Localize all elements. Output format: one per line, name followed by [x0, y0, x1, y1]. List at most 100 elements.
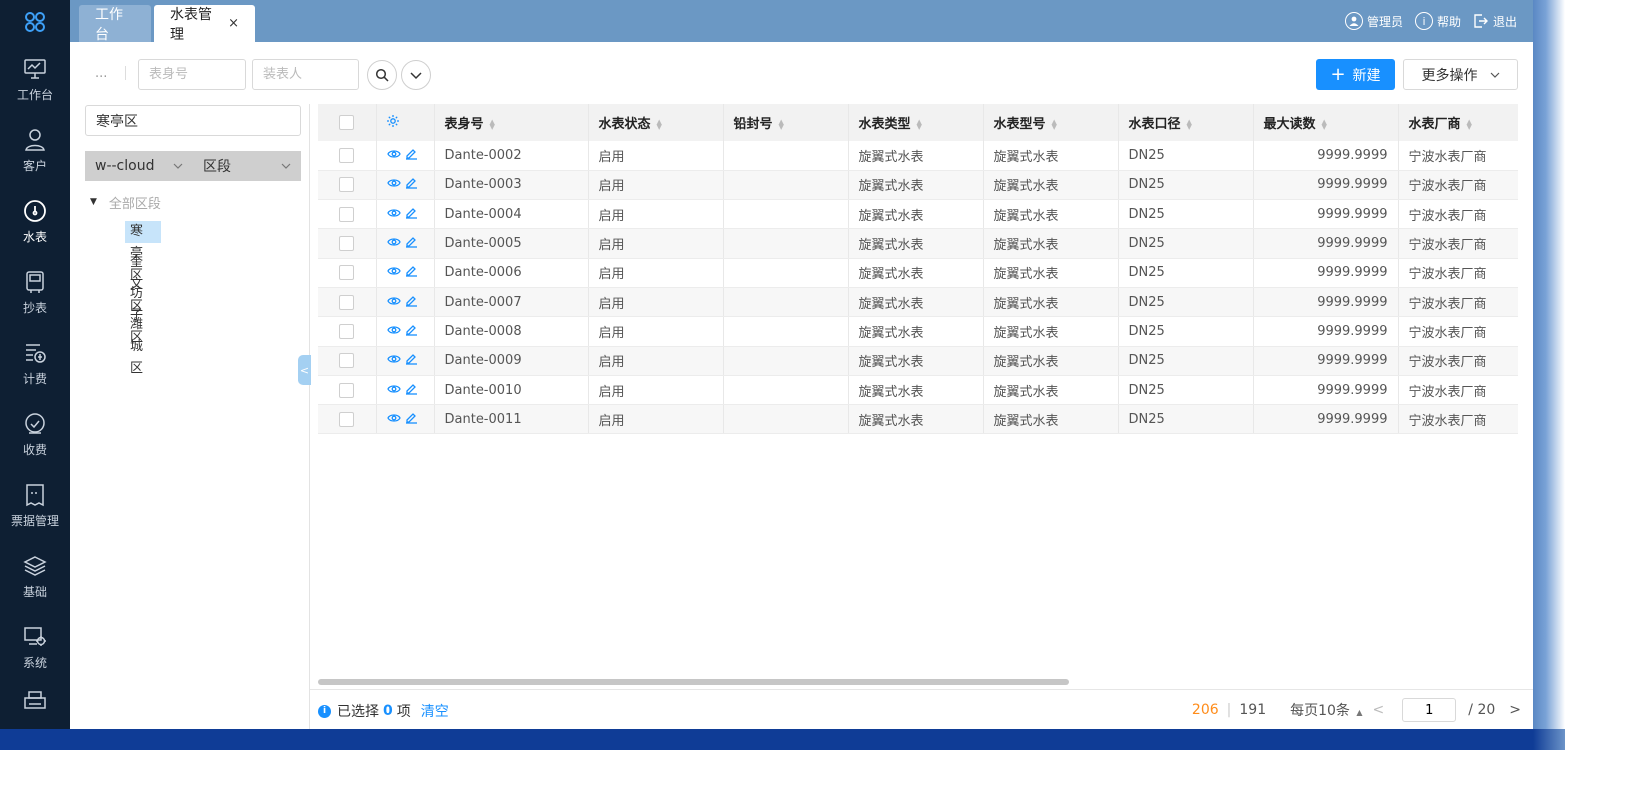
- page-number-input[interactable]: [1402, 698, 1457, 722]
- edit-icon[interactable]: [405, 264, 418, 281]
- cell-type: 旋翼式水表: [848, 228, 984, 259]
- view-icon[interactable]: [386, 353, 401, 368]
- view-icon[interactable]: [386, 148, 401, 163]
- row-checkbox[interactable]: [339, 294, 355, 310]
- select-all-checkbox[interactable]: [339, 115, 355, 130]
- new-button[interactable]: + 新建: [1316, 59, 1395, 90]
- installer-search-input[interactable]: [252, 59, 359, 90]
- user-menu[interactable]: 管理员: [1344, 12, 1403, 30]
- tab-close-icon[interactable]: ×: [228, 16, 239, 31]
- view-icon[interactable]: [386, 177, 401, 192]
- meter-number-search-input[interactable]: [138, 59, 246, 90]
- sort-icon[interactable]: ▲ ▼: [779, 118, 784, 130]
- search-button[interactable]: [367, 60, 397, 90]
- tab-workbench[interactable]: 工作台: [79, 5, 151, 43]
- sort-icon[interactable]: ▲ ▼: [917, 118, 922, 130]
- caret-down-icon[interactable]: ▼: [90, 197, 97, 207]
- column-header[interactable]: 水表口径 ▲ ▼: [1118, 104, 1254, 141]
- view-icon[interactable]: [386, 412, 401, 427]
- column-header[interactable]: 最大读数 ▲ ▼: [1253, 104, 1399, 141]
- sort-icon[interactable]: ▲ ▼: [1187, 118, 1192, 130]
- view-icon[interactable]: [386, 383, 401, 398]
- table-row[interactable]: Dante-0011 启用 旋翼式水表 旋翼式水表 DN25 9999.9999 宁波水表厂…: [318, 404, 1518, 435]
- org-select[interactable]: w--cloud: [85, 158, 193, 174]
- view-icon[interactable]: [386, 236, 401, 251]
- edit-icon[interactable]: [405, 235, 418, 252]
- nav-item-meter-reading[interactable]: 抄表: [0, 257, 70, 328]
- edit-icon[interactable]: [405, 176, 418, 193]
- edit-icon[interactable]: [405, 323, 418, 340]
- column-header[interactable]: 水表型号 ▲ ▼: [983, 104, 1119, 141]
- logout-link[interactable]: 退出: [1473, 13, 1517, 30]
- nav-item-payment[interactable]: 收费: [0, 399, 70, 470]
- clear-selection-link[interactable]: 清空: [421, 701, 449, 721]
- column-header[interactable]: 水表厂商 ▲ ▼: [1398, 104, 1518, 141]
- view-icon[interactable]: [386, 265, 401, 280]
- column-header[interactable]: 水表类型 ▲ ▼: [848, 104, 984, 141]
- sort-icon[interactable]: ▲ ▼: [1467, 118, 1472, 130]
- row-checkbox[interactable]: [339, 177, 355, 193]
- view-icon[interactable]: [386, 295, 401, 310]
- edit-icon[interactable]: [405, 147, 418, 164]
- sort-icon[interactable]: ▲ ▼: [1052, 118, 1057, 130]
- nav-item-more[interactable]: [0, 683, 70, 723]
- nav-item-receipt[interactable]: 票据管理: [0, 470, 70, 541]
- next-page-icon[interactable]: >: [1509, 702, 1521, 718]
- column-header[interactable]: 水表状态 ▲ ▼: [588, 104, 724, 141]
- table-row[interactable]: Dante-0003 启用 旋翼式水表 旋翼式水表 DN25 9999.9999 宁波水表厂…: [318, 170, 1518, 201]
- column-header[interactable]: 表身号 ▲ ▼: [434, 104, 589, 141]
- row-checkbox[interactable]: [339, 206, 355, 222]
- tree-node[interactable]: 潍城区: [125, 314, 161, 376]
- table-row[interactable]: Dante-0009 启用 旋翼式水表 旋翼式水表 DN25 9999.9999 宁波水表厂…: [318, 346, 1518, 376]
- table-row[interactable]: Dante-0005 启用 旋翼式水表 旋翼式水表 DN25 9999.9999 宁波水表厂…: [318, 228, 1518, 259]
- tab-meter-management[interactable]: 水表管理 ×: [154, 5, 255, 43]
- district-search-input[interactable]: [85, 105, 301, 136]
- sort-icon[interactable]: ▲ ▼: [490, 118, 495, 130]
- table-row[interactable]: Dante-0007 启用 旋翼式水表 旋翼式水表 DN25 9999.9999 宁波水表厂…: [318, 287, 1518, 318]
- table-row[interactable]: Dante-0008 启用 旋翼式水表 旋翼式水表 DN25 9999.9999 宁波水表厂…: [318, 316, 1518, 347]
- table-row[interactable]: Dante-0006 启用 旋翼式水表 旋翼式水表 DN25 9999.9999 宁波水表厂…: [318, 258, 1518, 288]
- tree-node[interactable]: 寒亭区: [125, 221, 161, 283]
- sort-icon[interactable]: ▲ ▼: [1322, 118, 1327, 130]
- row-checkbox[interactable]: [339, 323, 355, 339]
- table-row[interactable]: Dante-0010 启用 旋翼式水表 旋翼式水表 DN25 9999.9999 宁波水表厂…: [318, 375, 1518, 406]
- row-checkbox[interactable]: [339, 147, 355, 163]
- edit-icon[interactable]: [405, 382, 418, 399]
- nav-item-layers[interactable]: 基础: [0, 541, 70, 612]
- page-size-select[interactable]: 每页10条 ▲: [1290, 700, 1362, 720]
- nav-item-system-settings[interactable]: 系统: [0, 612, 70, 683]
- tree-root[interactable]: ▼ 全部区段: [90, 192, 161, 212]
- table-row[interactable]: Dante-0004 启用 旋翼式水表 旋翼式水表 DN25 9999.9999 宁波水表厂…: [318, 199, 1518, 230]
- view-icon[interactable]: [386, 324, 401, 339]
- row-checkbox[interactable]: [339, 236, 355, 252]
- nav-item-billing[interactable]: 计费: [0, 328, 70, 399]
- collapse-panel-handle[interactable]: <: [298, 355, 311, 385]
- gear-icon[interactable]: [386, 114, 400, 128]
- prev-page-icon[interactable]: <: [1373, 702, 1385, 718]
- row-checkbox[interactable]: [339, 411, 355, 427]
- section-select[interactable]: 区段: [193, 156, 301, 176]
- nav-item-user[interactable]: 客户: [0, 115, 70, 186]
- edit-icon[interactable]: [405, 294, 418, 311]
- sort-icon[interactable]: ▲ ▼: [657, 118, 662, 130]
- logout-icon: [1473, 13, 1489, 29]
- view-icon[interactable]: [386, 207, 401, 222]
- app-logo-icon[interactable]: [0, 0, 70, 44]
- expand-filters-button[interactable]: [401, 60, 431, 90]
- tree-node[interactable]: 坊子区: [125, 283, 161, 345]
- row-checkbox[interactable]: [339, 265, 355, 281]
- row-checkbox[interactable]: [339, 382, 355, 398]
- edit-icon[interactable]: [405, 206, 418, 223]
- column-header[interactable]: 铅封号 ▲ ▼: [723, 104, 849, 141]
- help-link[interactable]: i 帮助: [1414, 12, 1461, 30]
- nav-item-meter-gauge[interactable]: 水表: [0, 186, 70, 257]
- more-filters-toggle[interactable]: ...: [95, 66, 107, 81]
- horizontal-scrollbar[interactable]: [318, 679, 1069, 685]
- edit-icon[interactable]: [405, 411, 418, 428]
- tree-node[interactable]: 奎文区: [125, 252, 161, 314]
- more-operations-button[interactable]: 更多操作: [1403, 59, 1518, 90]
- row-checkbox[interactable]: [339, 353, 355, 369]
- table-row[interactable]: Dante-0002 启用 旋翼式水表 旋翼式水表 DN25 9999.9999 宁波水表厂…: [318, 141, 1518, 171]
- edit-icon[interactable]: [405, 352, 418, 369]
- nav-item-monitor[interactable]: 工作台: [0, 44, 70, 115]
